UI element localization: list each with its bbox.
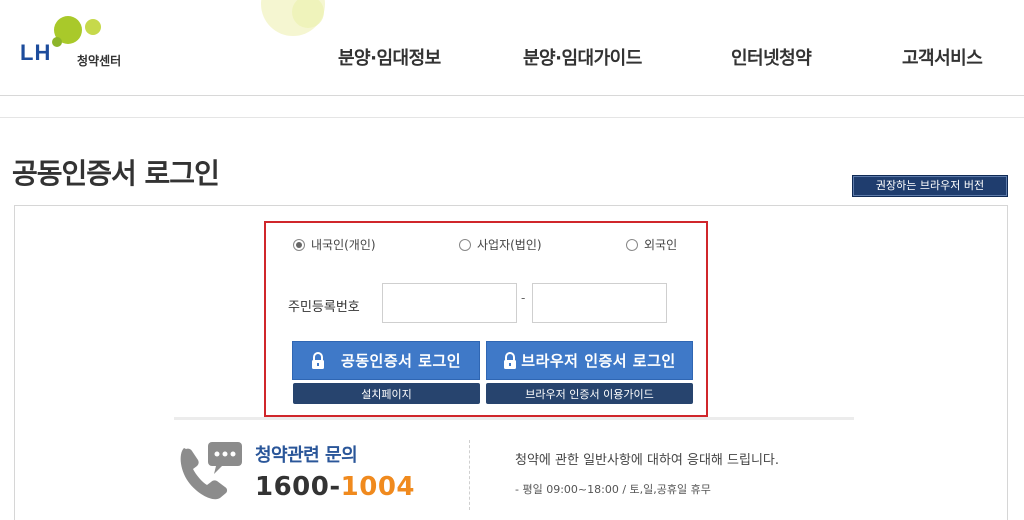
section-divider [174, 417, 854, 420]
contact-phone-number: 1600-1004 [255, 472, 415, 502]
contact-description: 청약에 관한 일반사항에 대하여 응대해 드립니다. [515, 453, 779, 468]
resident-number-separator: - [521, 291, 526, 305]
radio-button[interactable] [626, 238, 638, 251]
logo-decoration-circle [261, 0, 325, 36]
nav-item-customer-service[interactable]: 고객서비스 [902, 44, 983, 70]
resident-number-label: 주민등록번호 [288, 300, 360, 315]
radio-foreigner[interactable]: 외국인 [626, 236, 677, 253]
resident-number-front-input[interactable] [382, 283, 517, 323]
radio-button[interactable] [459, 238, 471, 251]
nav-item-sale-rent-info[interactable]: 분양·임대정보 [338, 44, 441, 70]
main-nav: 분양·임대정보 분양·임대가이드 인터넷청약 고객서비스 [0, 44, 1024, 74]
resident-number-back-input[interactable] [532, 283, 667, 323]
radio-label: 사업자(법인) [477, 238, 542, 252]
site-header: LH 청약센터 분양·임대정보 분양·임대가이드 인터넷청약 고객서비스 [0, 0, 1024, 96]
install-page-button[interactable]: 설치페이지 [293, 383, 480, 404]
contact-hours: - 평일 09:00~18:00 / 토,일,공휴일 휴무 [515, 483, 711, 496]
cert-login-label: 공동인증서 로그인 [340, 352, 462, 370]
phone-chat-icon [180, 442, 242, 500]
cert-login-button[interactable]: 공동인증서 로그인 [292, 341, 480, 380]
nav-item-internet-subscription[interactable]: 인터넷청약 [731, 44, 812, 70]
contact-title: 청약관련 문의 [255, 445, 358, 466]
header-divider [0, 117, 1024, 118]
lock-icon [504, 351, 517, 369]
browser-cert-login-label: 브라우저 인증서 로그인 [521, 352, 676, 370]
contact-divider [469, 440, 470, 510]
radio-domestic-individual[interactable]: 내국인(개인) [293, 236, 376, 253]
browser-cert-login-button[interactable]: 브라우저 인증서 로그인 [486, 341, 693, 380]
phone-prefix: 1600- [255, 472, 341, 502]
lock-icon [311, 351, 324, 369]
phone-suffix: 1004 [340, 472, 416, 502]
nav-item-sale-rent-guide[interactable]: 분양·임대가이드 [523, 44, 642, 70]
browser-cert-guide-button[interactable]: 브라우저 인증서 이용가이드 [486, 383, 693, 404]
recommended-browser-button[interactable]: 권장하는 브라우저 버전 [852, 175, 1008, 197]
radio-label: 내국인(개인) [311, 238, 376, 252]
page-title: 공동인증서 로그인 [12, 157, 220, 190]
radio-label: 외국인 [644, 238, 678, 252]
radio-business-corporate[interactable]: 사업자(법인) [459, 236, 542, 253]
radio-button[interactable] [293, 238, 305, 251]
